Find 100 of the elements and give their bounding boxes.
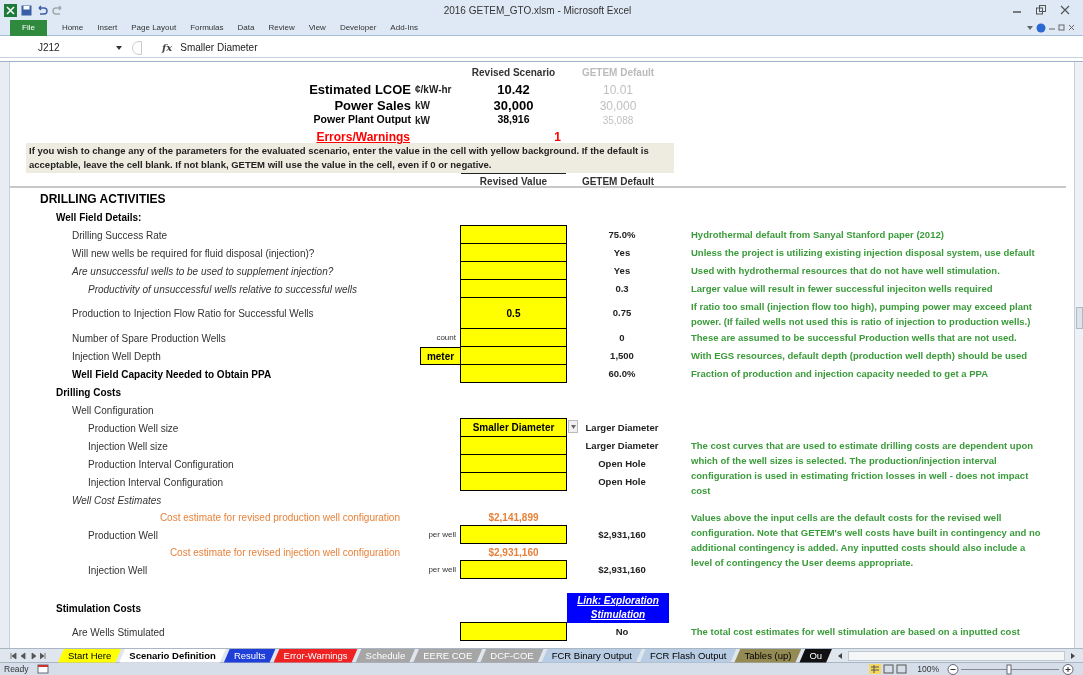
note-text: Values above the input cells are the default costs for the revised well configuration. Note that GETEM's well costs have built in contingency and no additional contingency is added. Any inputted costs should also include a level of contingency the User deems appropriate. <box>691 511 1042 570</box>
window-title: 2016 GETEM_GTO.xlsm - Microsoft Excel <box>442 3 633 18</box>
parameter-label: Production to Injection Flow Ratio for Successful Wells <box>72 307 314 321</box>
vertical-scrollbar[interactable] <box>1074 62 1083 648</box>
section-heading: Well Field Details: <box>56 210 142 225</box>
default-value: 30,000 <box>598 97 638 115</box>
exploration-stimulation-link[interactable]: Link: Exploration Stimulation <box>567 593 669 623</box>
default-value: 0.75 <box>612 306 632 321</box>
undo-icon[interactable] <box>36 4 48 16</box>
column-heading: Revised Scenario <box>470 66 557 80</box>
note-text: The cost curves that are used to estimate drilling costs are dependent upon which of the well sizes is selected. The production/injection interval configuration is used in estimating friction losses in well - does not impact cost <box>691 439 1035 498</box>
note-text: With EGS resources, default depth (production well depth) should be used <box>691 349 1029 363</box>
sheet-tab[interactable]: Results <box>223 648 276 663</box>
default-value: Open Hole <box>598 474 646 489</box>
restore-icon[interactable] <box>1035 4 1047 16</box>
parameter-label: Are unsuccessful wells to be used to supplement injection? <box>72 264 334 279</box>
note-text: If ratio too small (injection flow too high), pumping power may exceed plant power. (If failed wells not used this is ratio of injection to production wells.) <box>691 300 1033 329</box>
parameter-label: Are Wells Stimulated <box>72 625 165 640</box>
parameter-label: Well Field Capacity Needed to Obtain PPA <box>72 367 272 382</box>
default-value: Larger Diameter <box>585 420 659 435</box>
ribbon-tab[interactable]: Developer <box>332 19 384 36</box>
note-text: Hydrothermal default from Sanyal Stanford paper (2012) <box>691 228 945 242</box>
ribbon-controls-icon[interactable] <box>1025 22 1075 33</box>
parameter-label: Number of Spare Production Wells <box>72 331 226 346</box>
parameter-label: Production Well <box>88 528 158 543</box>
sheet-tab[interactable]: FCR Flash Output <box>639 648 737 663</box>
cost-estimate-value: $2,141,899 <box>488 511 539 525</box>
section-heading: DRILLING ACTIVITIES <box>40 191 166 208</box>
summary-label: Power Sales <box>333 97 412 115</box>
ribbon-tab[interactable]: Home <box>54 19 91 36</box>
excel-logo-icon <box>4 3 17 17</box>
sheet-tab[interactable]: Error-Warnings <box>273 648 358 663</box>
summary-value: 38,916 <box>496 112 531 128</box>
scroll-right-icon[interactable] <box>1069 650 1077 661</box>
parameter-label: Injection Well Depth <box>72 349 161 364</box>
scroll-thumb[interactable] <box>1075 307 1083 329</box>
parameter-label: Productivity of unsuccessful wells relative to successful wells <box>88 282 357 297</box>
ribbon-tab[interactable]: Insert <box>90 19 125 36</box>
note-text: Used with hydrothermal resources that do not have well stimulation. <box>691 264 1001 278</box>
unit-text: per well <box>428 564 457 576</box>
default-value: 0.3 <box>615 281 629 296</box>
parameter-label: Well Cost Estimates <box>72 493 162 508</box>
unit-text: per well <box>428 529 457 541</box>
note-text: Larger value will result in fewer successful injeciton wells required <box>691 282 994 296</box>
ribbon-tab[interactable]: Review <box>261 19 302 36</box>
ribbon-tab[interactable]: Data <box>230 19 262 36</box>
column-heading: GETEM Default <box>580 66 656 80</box>
input-cell[interactable] <box>460 364 567 383</box>
macro-record-icon[interactable] <box>36 664 49 674</box>
sheet-tab[interactable]: Scenario Definition <box>119 648 226 663</box>
unit-text: count <box>436 332 457 344</box>
column-heading: GETEM Default <box>580 174 656 189</box>
cost-estimate-label: Cost estimate for revised production well configuration <box>159 511 400 525</box>
ribbon-tab[interactable]: Formulas <box>183 19 231 36</box>
parameter-label: Production Interval Configuration <box>88 457 234 472</box>
insert-function-button[interactable]: fx <box>162 40 173 55</box>
summary-label: Power Plant Output <box>312 112 412 128</box>
zoom-slider-icon[interactable] <box>947 663 1075 675</box>
note-text: Unless the project is utilizing existing injection disposal system, use default <box>691 246 1036 260</box>
default-value: Yes <box>613 245 631 260</box>
sheet-tab[interactable]: Ou <box>799 648 833 663</box>
parameter-label: Injection Interval Configuration <box>88 475 224 490</box>
unit-text: ¢/kW-hr <box>415 83 453 98</box>
input-cell[interactable] <box>460 525 567 544</box>
cost-estimate-label: Cost estimate for revised injection well configuration <box>169 546 400 560</box>
errors-warnings-link[interactable]: Errors/Warnings <box>316 130 411 144</box>
summary-value: 30,000 <box>492 97 535 115</box>
default-value: 60.0% <box>608 366 636 381</box>
scroll-left-icon[interactable] <box>836 650 845 661</box>
parameter-label: Injection Well size <box>88 439 168 454</box>
horizontal-scrollbar[interactable] <box>848 650 1065 661</box>
formula-input[interactable]: Smaller Diameter <box>180 40 1083 55</box>
note-text: These are assumed to be successful Production wells that are not used. <box>691 331 1018 345</box>
input-cell[interactable] <box>460 560 567 579</box>
default-value: 1,500 <box>610 348 634 363</box>
input-cell[interactable] <box>460 472 567 491</box>
ribbon-tab[interactable]: Add-Ins <box>383 19 425 36</box>
unit-text: kW <box>415 113 431 128</box>
default-value: $2,931,160 <box>598 562 646 577</box>
view-buttons-icon[interactable] <box>869 664 910 674</box>
ribbon-tab[interactable]: View <box>301 19 333 36</box>
status-text: Ready <box>4 662 29 675</box>
sheet-tab[interactable]: FCR Binary Output <box>541 648 642 663</box>
dropdown-button[interactable] <box>568 420 578 433</box>
parameter-label: Drilling Success Rate <box>72 228 168 243</box>
close-icon[interactable] <box>1059 4 1071 16</box>
default-value: $2,931,160 <box>598 527 646 542</box>
summary-label: Estimated LCOE <box>308 81 412 99</box>
default-value: Larger Diameter <box>585 438 659 453</box>
sheet-tab[interactable]: Tables (up) <box>734 648 802 663</box>
parameter-label: Well Configuration <box>72 403 154 418</box>
name-box[interactable]: J212 <box>0 38 100 57</box>
default-value: 75.0% <box>608 227 636 242</box>
input-cell[interactable]: 0.5 <box>460 297 567 329</box>
save-icon[interactable] <box>21 4 32 16</box>
parameter-label: Injection Well <box>88 563 148 578</box>
sheet-tab[interactable]: Start Here <box>58 648 122 663</box>
input-cell[interactable] <box>460 622 567 641</box>
zoom-level[interactable]: 100% <box>917 662 939 675</box>
ribbon-tab[interactable]: Page Layout <box>124 19 184 36</box>
